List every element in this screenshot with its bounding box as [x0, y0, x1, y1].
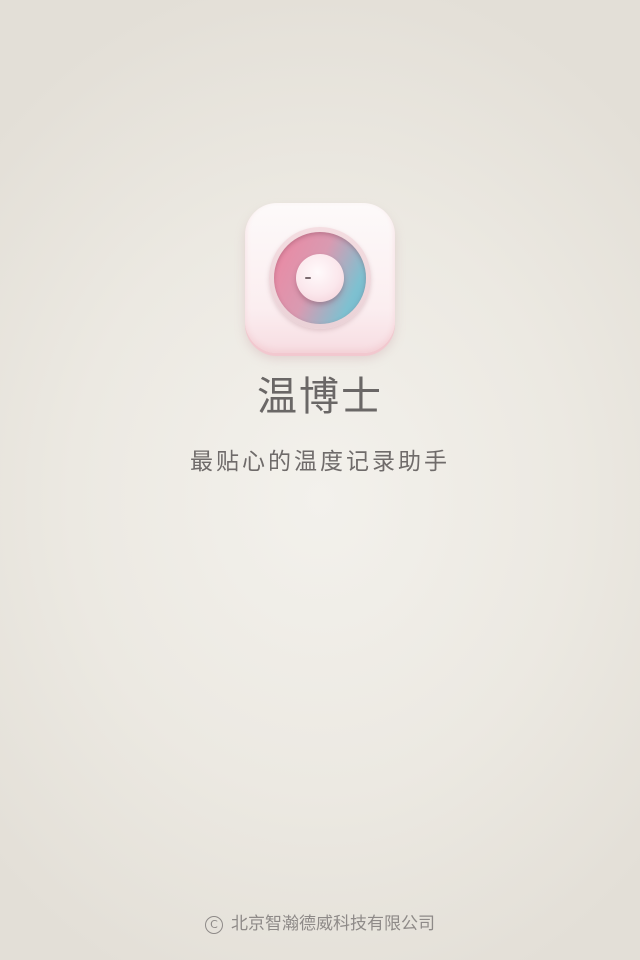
copyright-icon: C	[205, 916, 223, 934]
dial-ring	[269, 227, 371, 329]
dial-indicator-mark	[305, 277, 311, 279]
app-title: 温博士	[257, 374, 383, 420]
app-tagline: 最贴心的温度记录助手	[190, 449, 450, 475]
company-name: 北京智瀚德威科技有限公司	[231, 914, 435, 934]
copyright-footer: C 北京智瀚德威科技有限公司	[0, 912, 640, 936]
dial-face	[274, 232, 366, 324]
app-logo-icon	[245, 203, 395, 353]
splash-screen: 温博士 最贴心的温度记录助手 C 北京智瀚德威科技有限公司	[0, 0, 640, 960]
dial-knob	[296, 254, 344, 302]
